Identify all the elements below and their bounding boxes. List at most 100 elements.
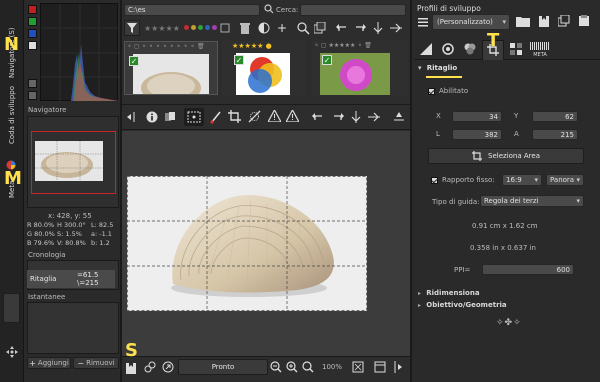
tab-color-icon[interactable] [464,43,476,55]
history-item-value1: =61.5 [77,271,99,279]
y-label: Y [514,112,519,120]
tab-raw-icon[interactable] [510,43,522,55]
before-after-icon[interactable] [164,111,176,123]
fixed-ratio-checkbox[interactable]: Rapporto fisso: [431,176,495,184]
external-editor-icon[interactable] [162,361,174,373]
mode-button[interactable] [28,91,37,100]
tab-meta[interactable]: META [530,42,550,58]
contrast-icon[interactable] [258,22,270,34]
flip-v-editor-icon[interactable] [350,111,362,123]
ratio-select[interactable]: 16:9 [502,174,542,186]
search-input[interactable] [300,4,406,16]
thumbnail-shell[interactable]: ⚬ ▢ ⚬ ⚬ ⚬ ⚬ ⚬ ⚬ ⚬ ⚬ 🗑 ✓ [124,41,218,104]
straighten-icon[interactable] [248,110,261,123]
zoom-filter-icon[interactable] [296,21,310,35]
a-input[interactable]: 215 [532,129,578,140]
thumbnail-thistle[interactable]: ⚬ ▢ ★★★★★ ⚬ 🗑 ✓ [312,41,408,95]
raw-channel-button[interactable] [28,79,37,88]
left-bottom-button[interactable] [3,293,20,323]
color-label-filter[interactable] [184,25,217,30]
red-channel-button[interactable] [28,5,37,14]
zoom-out-icon[interactable] [270,361,282,373]
flip-vertical-icon[interactable] [372,22,384,34]
guide-select[interactable]: Regola dei terzi [480,195,584,207]
enabled-checkbox[interactable]: Abilitato [428,87,468,95]
hand-tool-icon[interactable] [184,108,204,126]
ppi-input[interactable]: 600 [482,264,574,275]
history-item[interactable]: Ritaglia =61.5 \=215 [27,270,115,288]
remove-snapshot-button[interactable]: − Rimuovi [73,357,119,369]
thumbnail-selected-check: ✓ [129,56,139,66]
copy-icon[interactable] [314,22,326,34]
orientation-select[interactable]: Panora [546,174,584,186]
x-input[interactable]: 34 [452,111,502,122]
hide-left-panel-icon[interactable] [125,112,135,122]
info-icon[interactable] [146,111,158,123]
save-profile-icon[interactable] [538,14,550,28]
hint-n: N [4,34,20,55]
a-value: 215 [560,131,574,139]
queue-icon[interactable] [144,361,156,373]
crop-section-header[interactable]: ▾ Ritaglio [418,64,590,76]
select-area-button[interactable]: Seleziona Area [428,148,584,164]
lens-section-title: Obiettivo/Geometria [426,301,507,309]
green-channel-button[interactable] [28,17,37,26]
rotate-left-icon[interactable] [336,23,348,33]
color-picker-icon[interactable] [210,110,222,124]
open-profile-icon[interactable] [516,15,530,27]
lens-section-header[interactable]: ▸ Obiettivo/Geometria [418,301,507,309]
crosshair-icon[interactable]: + [274,20,290,36]
zoom-100-icon[interactable] [302,361,314,373]
luminance-channel-button[interactable] [28,41,37,50]
thumbnail-shell-image [133,54,209,104]
y-input[interactable]: 62 [532,111,578,122]
histogram-graph [41,4,119,102]
tab-meta-text: META [533,52,547,58]
orientation-value: Panora [550,176,575,184]
snapshots-title: Istantanee [28,293,66,301]
profile-select[interactable]: (Personalizzato) [432,14,510,30]
ratio-value: 16:9 [506,176,522,184]
new-window-icon[interactable] [374,361,386,373]
red-value: R 80.0% [27,221,55,229]
rotate-right-editor-icon[interactable] [332,112,344,122]
hide-right-panel-icon[interactable] [394,361,404,373]
paste-profile-icon[interactable] [578,15,590,27]
ready-button[interactable]: Pronto [178,359,268,375]
collapse-arrow-icon: ▾ [418,64,422,72]
l-input[interactable]: 382 [452,129,502,140]
tab-queue[interactable]: Coda di sviluppo [3,84,21,144]
move-icon[interactable] [6,346,18,358]
navigator-coords: x: 428, y: 55 [48,212,92,220]
tab-detail-icon[interactable] [442,43,454,55]
edited-filter-icon[interactable] [220,23,230,33]
thumbnail-header: ⚬ ▢ ⚬ ⚬ ⚬ ⚬ ⚬ ⚬ ⚬ ⚬ 🗑 [127,43,205,50]
fit-to-screen-icon[interactable] [352,361,364,373]
flip-h-editor-icon[interactable] [368,111,380,123]
rotate-left-editor-icon[interactable] [312,112,324,122]
plus-icon: + [29,358,36,368]
hide-top-panel-icon[interactable] [394,111,404,121]
star-filter[interactable]: ★★★★★ [144,24,180,33]
histogram [40,3,119,102]
resize-section-header[interactable]: ▸ Ridimensiona [418,289,480,297]
zoom-in-icon[interactable] [286,361,298,373]
filter-icon[interactable] [124,20,140,36]
blue-channel-button[interactable] [28,29,37,38]
tab-exposure-icon[interactable] [420,43,432,55]
crop-tool-icon[interactable] [228,110,241,123]
flip-horizontal-icon[interactable] [390,22,402,34]
add-snapshot-button[interactable]: + Aggiungi [27,357,71,369]
warning-icon[interactable] [268,110,281,122]
copy-profile-icon[interactable] [558,15,570,27]
preview-image[interactable] [127,176,367,311]
rotate-right-icon[interactable] [354,23,366,33]
warning-shadow-icon[interactable] [286,110,299,122]
expand-arrow-icon: ▸ [418,302,422,309]
save-icon[interactable] [125,361,137,375]
enabled-check-icon [428,87,435,95]
path-field[interactable]: C:\es [124,4,260,16]
thumbnail-circles[interactable]: ★★★★★ ● ✓ [222,41,306,95]
thumbnail-circles-image [236,53,290,95]
trash-icon[interactable] [240,22,250,34]
